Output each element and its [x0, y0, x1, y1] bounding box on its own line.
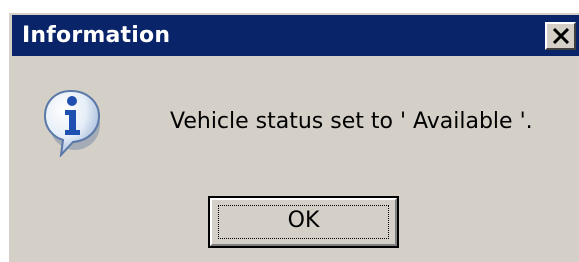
info-icon [43, 89, 101, 157]
close-button[interactable] [545, 22, 576, 50]
information-dialog: Information Vehicle status set to ' Avai… [6, 10, 579, 262]
close-icon [552, 28, 570, 44]
dialog-message: Vehicle status set to ' Available '. [170, 109, 533, 134]
dialog-title: Information [22, 23, 171, 48]
title-bar[interactable]: Information [12, 15, 579, 56]
ok-button-label: OK [287, 208, 320, 233]
ok-button[interactable]: OK [208, 196, 399, 248]
